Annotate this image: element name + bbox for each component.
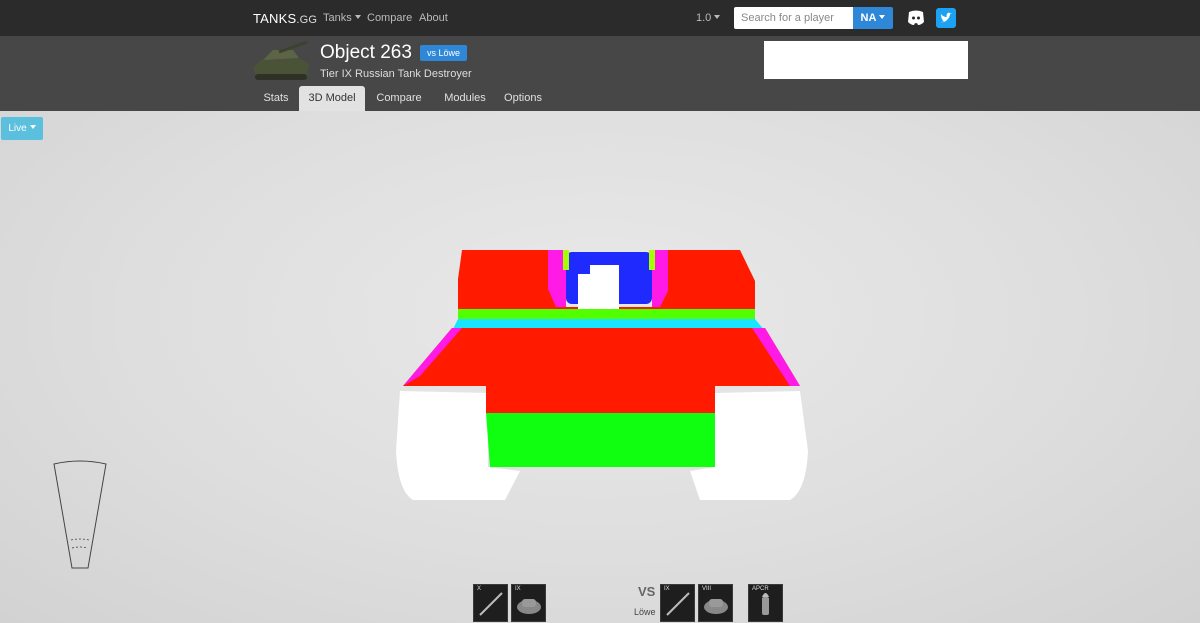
nav-compare-link[interactable]: Compare	[367, 12, 412, 24]
ad-placeholder	[764, 41, 968, 79]
tab-modules[interactable]: Modules	[435, 86, 495, 111]
vs-label: VS	[638, 584, 656, 599]
nav-tanks-dropdown[interactable]: Tanks	[323, 12, 361, 24]
dropdown-caret-icon	[354, 15, 361, 19]
nav-about-link[interactable]: About	[419, 12, 448, 24]
vs-tank-badge[interactable]: vs Löwe	[420, 45, 468, 61]
tank-armor-model[interactable]	[0, 111, 1200, 623]
tank-thumbnail-icon	[253, 40, 309, 80]
tank-subtitle: Tier IX Russian Tank Destroyer	[320, 68, 472, 80]
dropdown-caret-icon	[714, 15, 721, 19]
top-navbar: TANKS.GG Tanks Compare About 1.0 NA	[0, 0, 1200, 36]
tab-options[interactable]: Options	[497, 86, 549, 111]
tab-3d-model[interactable]: 3D Model	[299, 86, 365, 111]
gun-arc-indicator-icon	[53, 460, 107, 569]
tab-compare[interactable]: Compare	[368, 86, 430, 111]
tank-name-title: Object 263	[320, 42, 412, 63]
dropdown-caret-icon	[879, 15, 886, 19]
opponent-gun-module-slot[interactable]: IX	[660, 584, 695, 622]
twitter-icon[interactable]	[936, 8, 956, 28]
region-dropdown-button[interactable]: NA	[853, 7, 893, 29]
opponent-tank-name: Löwe	[634, 607, 656, 617]
tank-header: Object 263 vs Löwe Tier IX Russian Tank …	[0, 36, 1200, 111]
player-search-input[interactable]	[734, 7, 854, 29]
gun-module-slot[interactable]: X	[473, 584, 508, 622]
version-dropdown[interactable]: 1.0	[696, 12, 721, 24]
site-logo[interactable]: TANKS.GG	[253, 11, 317, 26]
shell-module-slot[interactable]: APCR	[748, 584, 783, 622]
turret-module-slot[interactable]: IX	[511, 584, 546, 622]
3d-model-viewer[interactable]: Live X IX VS Löwe IX VIII APCR	[0, 111, 1200, 623]
opponent-turret-module-slot[interactable]: VIII	[698, 584, 733, 622]
tab-stats[interactable]: Stats	[253, 86, 299, 111]
discord-icon[interactable]	[906, 8, 926, 28]
